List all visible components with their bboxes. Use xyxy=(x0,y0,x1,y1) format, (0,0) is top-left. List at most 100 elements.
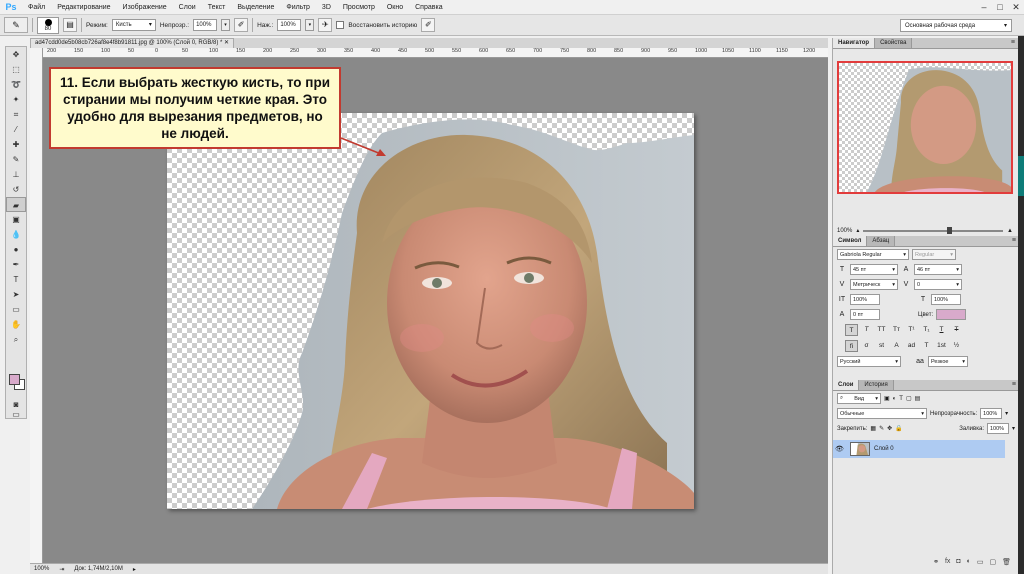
menu-layers[interactable]: Слои xyxy=(173,0,202,15)
shape-tool-icon[interactable]: ▭ xyxy=(6,302,26,317)
navigator-thumbnail[interactable] xyxy=(837,61,1013,194)
flow-field[interactable]: 100% xyxy=(277,19,302,31)
marquee-tool-icon[interactable]: ⬚ xyxy=(6,62,26,77)
foreground-color-swatch[interactable] xyxy=(9,374,20,385)
menu-window[interactable]: Окно xyxy=(381,0,409,15)
gradient-tool-icon[interactable]: ▣ xyxy=(6,212,26,227)
tab-navigator[interactable]: Навигатор xyxy=(833,38,876,48)
fx-icon[interactable]: fx xyxy=(945,558,950,568)
chevron-down-icon[interactable]: ▾ xyxy=(1012,425,1015,432)
font-style-select[interactable]: Regular ▾ xyxy=(912,249,956,260)
opacity-field[interactable]: 100% xyxy=(193,19,218,31)
pressure-opacity-icon[interactable]: ✐ xyxy=(234,18,249,32)
zoom-level[interactable]: 100% xyxy=(34,566,49,572)
tool-preset-picker[interactable]: ✎ xyxy=(4,17,28,33)
layer-fill-field[interactable]: 100% xyxy=(986,423,1009,434)
close-tab-icon[interactable]: ✕ xyxy=(224,40,229,46)
link-icon[interactable]: ⚭ xyxy=(933,558,939,568)
leading-select[interactable]: 46 пт ▾ xyxy=(914,264,962,275)
folder-icon[interactable]: ▭ xyxy=(977,558,984,568)
brush-preset-picker[interactable]: 80 xyxy=(37,16,59,34)
filter-pixel-icon[interactable]: ▣ xyxy=(884,395,890,402)
superscript-button[interactable]: T¹ xyxy=(905,324,918,336)
menu-image[interactable]: Изображение xyxy=(117,0,173,15)
titling-button[interactable]: ad xyxy=(905,340,918,352)
airbrush-icon[interactable]: ✈ xyxy=(318,18,333,32)
tab-character[interactable]: Символ xyxy=(833,236,868,246)
layer-opacity-field[interactable]: 100% xyxy=(980,408,1003,419)
swash-button[interactable]: st xyxy=(875,340,888,352)
small-caps-button[interactable]: Tт xyxy=(890,324,903,336)
tab-history[interactable]: История xyxy=(859,380,894,390)
clone-stamp-tool-icon[interactable]: ⊥ xyxy=(6,167,26,182)
filter-adjustment-icon[interactable]: ◐ xyxy=(893,396,897,402)
menu-view[interactable]: Просмотр xyxy=(337,0,381,15)
doc-info[interactable]: Док: 1,74M/2,10M xyxy=(74,566,122,572)
stylistic-alternates-button[interactable]: A xyxy=(890,340,903,352)
close-button[interactable]: ✕ xyxy=(1008,0,1024,14)
menu-help[interactable]: Справка xyxy=(409,0,448,15)
mask-icon[interactable]: ◘ xyxy=(956,558,960,568)
font-family-select[interactable]: Gabriola Regular ▾ xyxy=(837,249,909,260)
fractions-button[interactable]: ½ xyxy=(950,340,963,352)
menu-file[interactable]: Файл xyxy=(22,0,51,15)
lock-position-icon[interactable]: ✥ xyxy=(887,425,892,432)
panel-menu-icon[interactable]: ≡ xyxy=(1012,237,1016,244)
faux-bold-button[interactable]: T xyxy=(845,324,858,336)
flow-dropdown-icon[interactable]: ▾ xyxy=(305,19,315,31)
ornaments-button[interactable]: T xyxy=(920,340,933,352)
path-select-tool-icon[interactable]: ➤ xyxy=(6,287,26,302)
panel-menu-icon[interactable]: ≡ xyxy=(1011,39,1015,46)
all-caps-button[interactable]: TT xyxy=(875,324,888,336)
slider-knob[interactable] xyxy=(947,226,953,234)
export-icon[interactable]: ⇥ xyxy=(59,566,64,573)
zoom-out-icon[interactable]: ▴ xyxy=(856,227,859,234)
tab-paragraph[interactable]: Абзац xyxy=(867,236,896,246)
move-tool-icon[interactable]: ✥ xyxy=(6,47,26,62)
antialias-select[interactable]: Резкое ▾ xyxy=(928,356,968,367)
pen-tool-icon[interactable]: ✒ xyxy=(6,257,26,272)
vertical-scale-field[interactable]: 100% xyxy=(850,294,880,305)
brush-panel-toggle-icon[interactable]: ▤ xyxy=(63,18,77,32)
eyedropper-tool-icon[interactable]: ⁄ xyxy=(6,122,26,137)
opacity-dropdown-icon[interactable]: ▾ xyxy=(221,19,231,31)
layer-filter-select[interactable]: ⌕ Вид ▾ xyxy=(837,393,881,404)
zoom-in-icon[interactable]: ▲ xyxy=(1007,228,1013,234)
mode-select[interactable]: Кисть ▾ xyxy=(111,19,156,31)
ordinals-button[interactable]: 1st xyxy=(935,340,948,352)
chevron-right-icon[interactable]: ▸ xyxy=(133,566,136,573)
trash-icon[interactable]: 🗑 xyxy=(1002,558,1011,568)
blend-mode-select[interactable]: Обычные ▾ xyxy=(837,408,927,419)
menu-3d[interactable]: 3D xyxy=(316,0,337,15)
baseline-shift-field[interactable]: 0 пт xyxy=(850,309,880,320)
filter-shape-icon[interactable]: ▢ xyxy=(906,395,912,402)
filter-smart-object-icon[interactable]: ▤ xyxy=(915,395,921,402)
screen-mode-icon[interactable]: ▭ xyxy=(6,410,26,419)
adjustment-icon[interactable]: ◐ xyxy=(967,558,971,568)
new-layer-icon[interactable]: ▢ xyxy=(989,558,996,568)
panel-menu-icon[interactable]: ≡ xyxy=(1012,381,1016,388)
text-color-swatch[interactable] xyxy=(936,309,967,320)
chevron-down-icon[interactable]: ▾ xyxy=(1005,410,1008,417)
hand-tool-icon[interactable]: ✋ xyxy=(6,317,26,332)
menu-edit[interactable]: Редактирование xyxy=(51,0,116,15)
type-tool-icon[interactable]: T xyxy=(6,272,26,287)
navigator-zoom-slider[interactable] xyxy=(863,226,1004,234)
old-style-button[interactable]: σ xyxy=(860,340,873,352)
quick-select-tool-icon[interactable]: ✦ xyxy=(6,92,26,107)
zoom-tool-icon[interactable]: ⌕ xyxy=(6,332,26,347)
navigator-zoom-value[interactable]: 100% xyxy=(837,228,852,234)
tab-properties[interactable]: Свойства xyxy=(875,38,913,48)
tab-layers[interactable]: Слои xyxy=(833,380,860,390)
underline-button[interactable]: T xyxy=(935,324,948,336)
canvas-area[interactable]: 11. Если выбрать жесткую кисть, то при с… xyxy=(43,58,828,563)
brush-tool-icon[interactable]: ✎ xyxy=(6,152,26,167)
language-select[interactable]: Русский ▾ xyxy=(837,356,901,367)
font-size-select[interactable]: 45 пт ▾ xyxy=(850,264,898,275)
history-brush-tool-icon[interactable]: ↺ xyxy=(6,182,26,197)
filter-type-icon[interactable]: T xyxy=(899,396,903,402)
subscript-button[interactable]: T₁ xyxy=(920,324,933,336)
maximize-button[interactable]: □ xyxy=(992,0,1008,14)
menu-type[interactable]: Текст xyxy=(202,0,232,15)
lock-pixels-icon[interactable]: ✎ xyxy=(879,425,884,432)
